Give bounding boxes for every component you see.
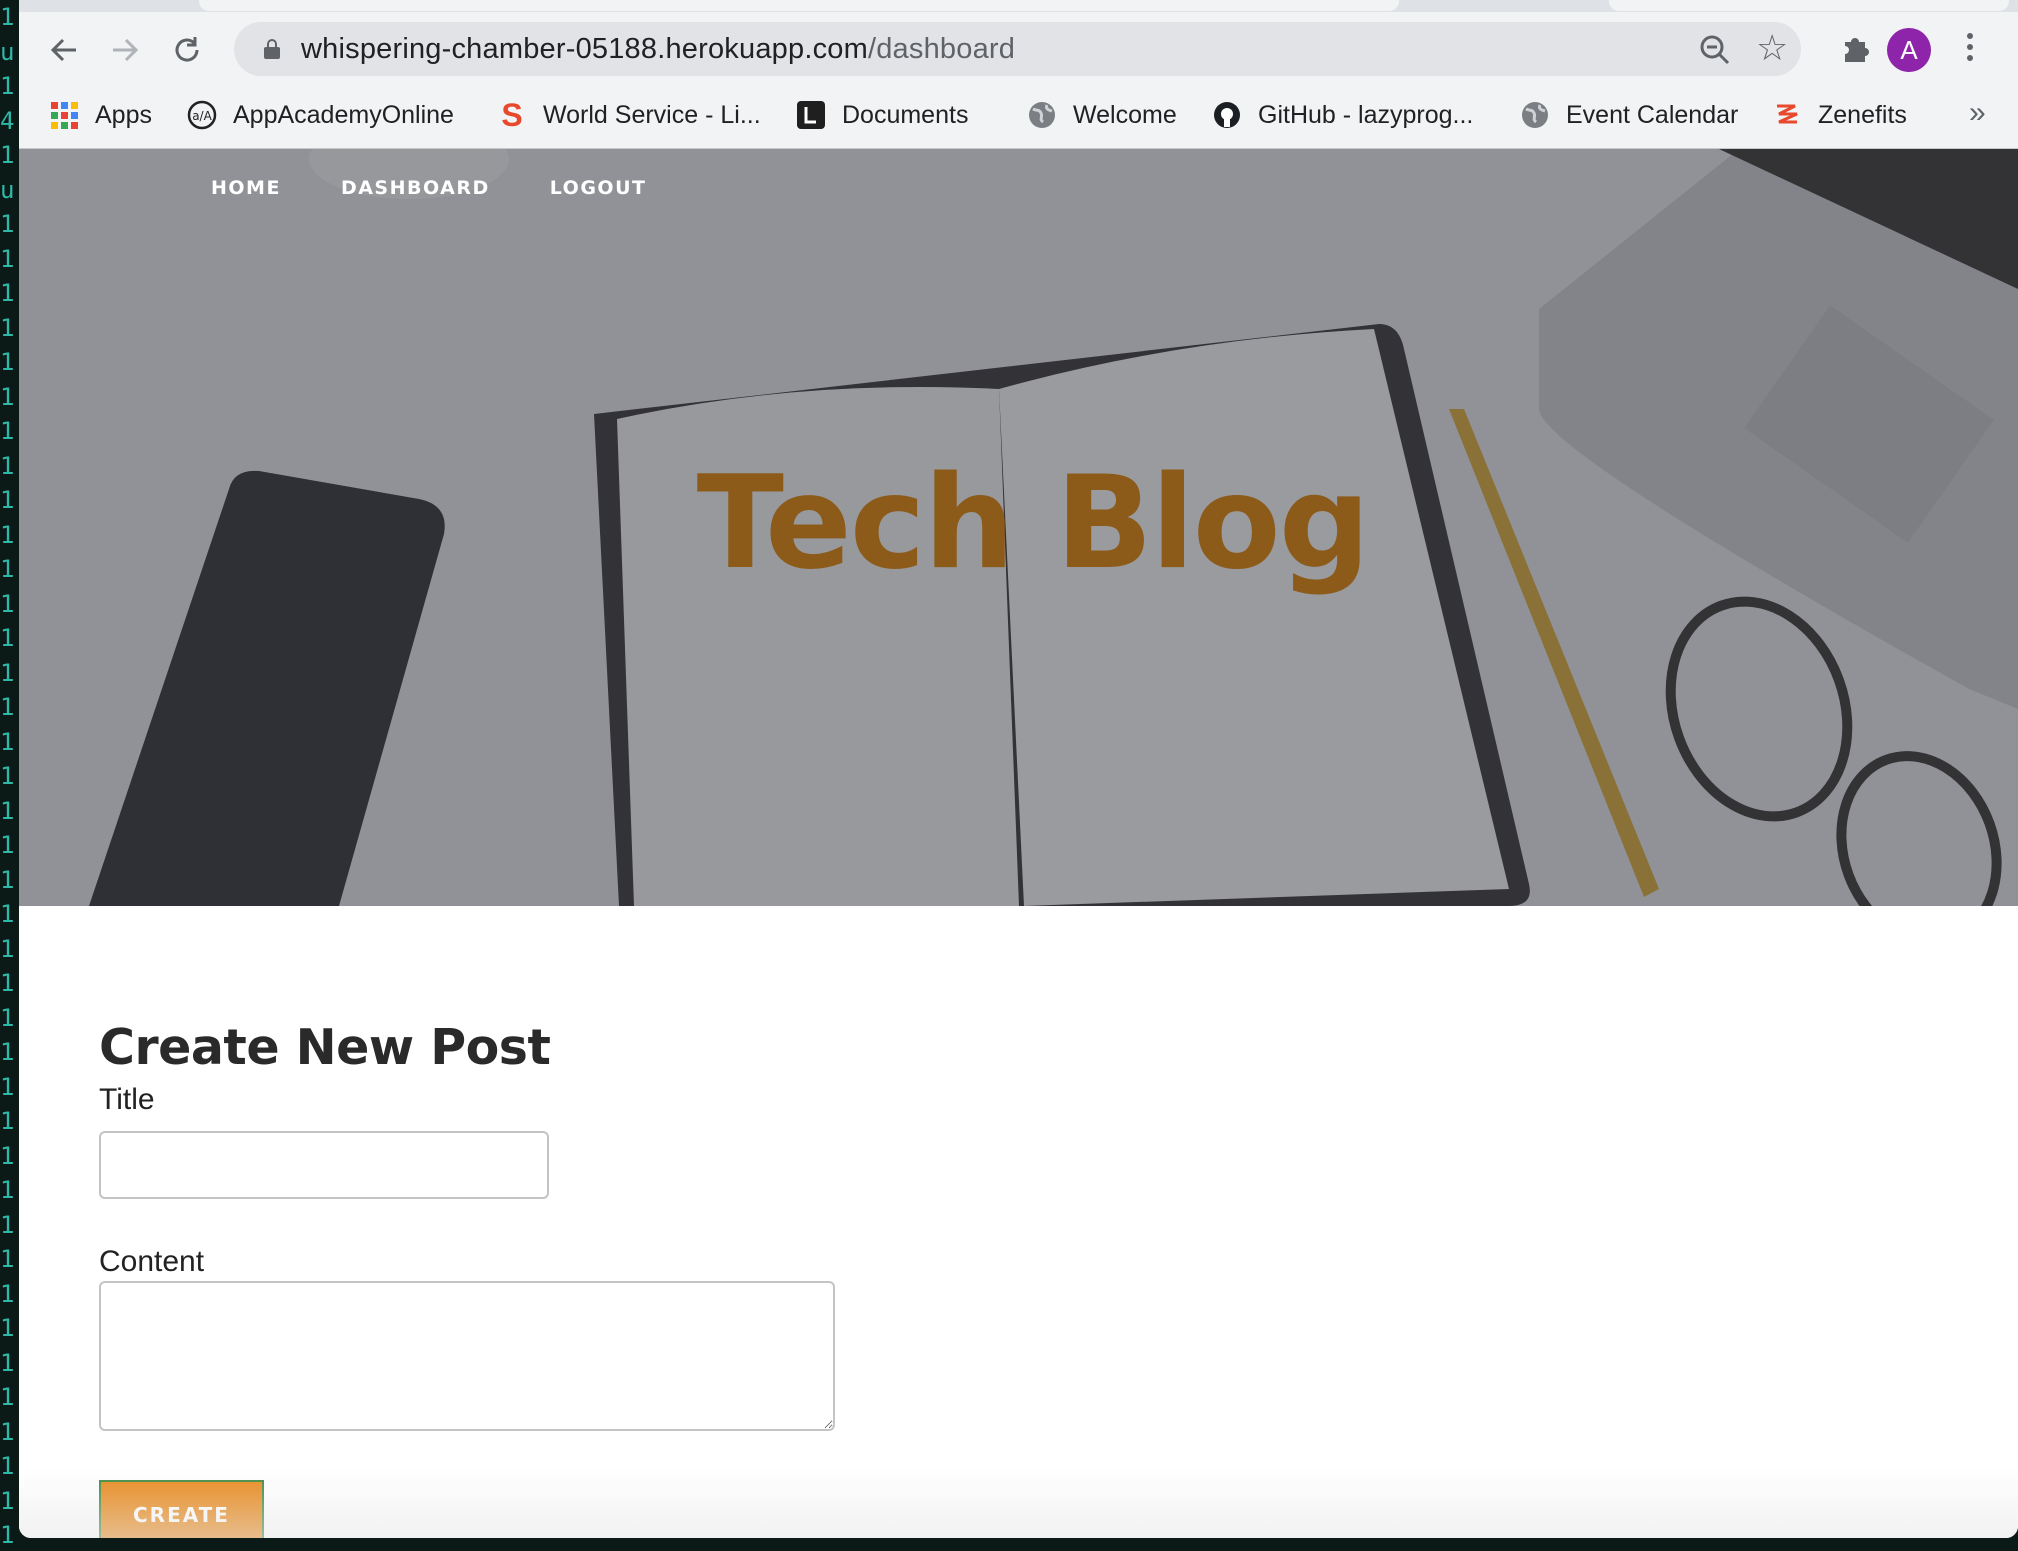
main-nav: HOME DASHBOARD LOGOUT	[211, 177, 646, 199]
zenefits-icon	[1772, 100, 1802, 130]
nav-home-link[interactable]: HOME	[211, 177, 281, 199]
lock-icon[interactable]	[264, 39, 280, 59]
browser-tab[interactable]	[1609, 0, 2009, 11]
bookmark-zenefits[interactable]: Zenefits	[1772, 84, 1907, 146]
bookmark-label: World Service - Li...	[543, 100, 761, 129]
bookmark-world-service[interactable]: S World Service - Li...	[497, 84, 761, 146]
page-content: HOME DASHBOARD LOGOUT Tech Blog Create N…	[19, 149, 2018, 1538]
more-menu-icon[interactable]	[1964, 30, 1976, 70]
globe-icon	[1027, 100, 1057, 130]
bookmark-label: Documents	[842, 100, 969, 129]
appacademy-icon: a/A	[187, 100, 217, 130]
bookmarks-bar: Apps a/A AppAcademyOnline S World Servic…	[19, 84, 2018, 149]
bookmark-event-calendar[interactable]: Event Calendar	[1520, 84, 1738, 146]
form-heading: Create New Post	[99, 1019, 551, 1076]
nav-logout-link[interactable]: LOGOUT	[550, 177, 647, 199]
bookmark-label: Zenefits	[1818, 100, 1907, 129]
svg-text:a/A: a/A	[192, 109, 212, 123]
create-button[interactable]: CREATE	[99, 1480, 264, 1538]
nav-dashboard-link[interactable]: DASHBOARD	[341, 177, 490, 199]
url-path: /dashboard	[867, 33, 1016, 65]
browser-toolbar: whispering-chamber-05188.herokuapp.com/d…	[19, 12, 2018, 84]
back-icon[interactable]	[44, 30, 84, 70]
site-title: Tech Blog	[696, 449, 1371, 598]
browser-window: whispering-chamber-05188.herokuapp.com/d…	[19, 0, 2018, 1538]
forward-icon[interactable]	[105, 30, 145, 70]
reload-icon[interactable]	[167, 30, 207, 70]
bookmark-label: Welcome	[1073, 100, 1177, 129]
url-text[interactable]: whispering-chamber-05188.herokuapp.com/d…	[301, 22, 1015, 76]
bookmark-github[interactable]: GitHub - lazyprog...	[1212, 84, 1473, 146]
bookmark-label: GitHub - lazyprog...	[1258, 100, 1474, 129]
s-logo-icon: S	[501, 96, 523, 133]
documents-icon	[796, 100, 826, 130]
zoom-icon[interactable]	[1699, 34, 1731, 66]
more-bookmarks-icon[interactable]: »	[1969, 96, 1986, 130]
globe-icon	[1520, 100, 1550, 130]
bookmark-welcome[interactable]: Welcome	[1027, 84, 1177, 146]
tab-strip	[19, 0, 2018, 12]
bookmark-documents[interactable]: Documents	[796, 84, 968, 146]
url-host: whispering-chamber-05188.herokuapp.com	[301, 33, 868, 65]
address-bar[interactable]: whispering-chamber-05188.herokuapp.com/d…	[234, 22, 1801, 76]
github-icon	[1212, 100, 1242, 130]
extensions-icon[interactable]	[1841, 30, 1875, 73]
hero-banner: HOME DASHBOARD LOGOUT Tech Blog	[19, 149, 2018, 906]
content-textarea[interactable]	[99, 1281, 835, 1431]
apps-grid-icon	[49, 100, 79, 130]
title-label: Title	[99, 1083, 155, 1116]
bookmark-label: AppAcademyOnline	[233, 100, 454, 129]
bottom-shadow	[19, 1468, 2018, 1538]
bookmark-label: Apps	[95, 100, 152, 129]
bookmark-appacademy[interactable]: a/A AppAcademyOnline	[187, 84, 454, 146]
create-post-form: Create New Post Title Content CREATE	[99, 1019, 835, 1538]
bookmark-label: Event Calendar	[1566, 100, 1739, 129]
profile-avatar[interactable]: A	[1887, 28, 1931, 72]
bookmark-star-icon[interactable]: ☆	[1756, 30, 1788, 66]
bookmark-apps[interactable]: Apps	[49, 84, 152, 146]
title-input[interactable]	[99, 1131, 549, 1199]
content-label: Content	[99, 1245, 205, 1278]
browser-tab[interactable]	[199, 0, 1399, 11]
